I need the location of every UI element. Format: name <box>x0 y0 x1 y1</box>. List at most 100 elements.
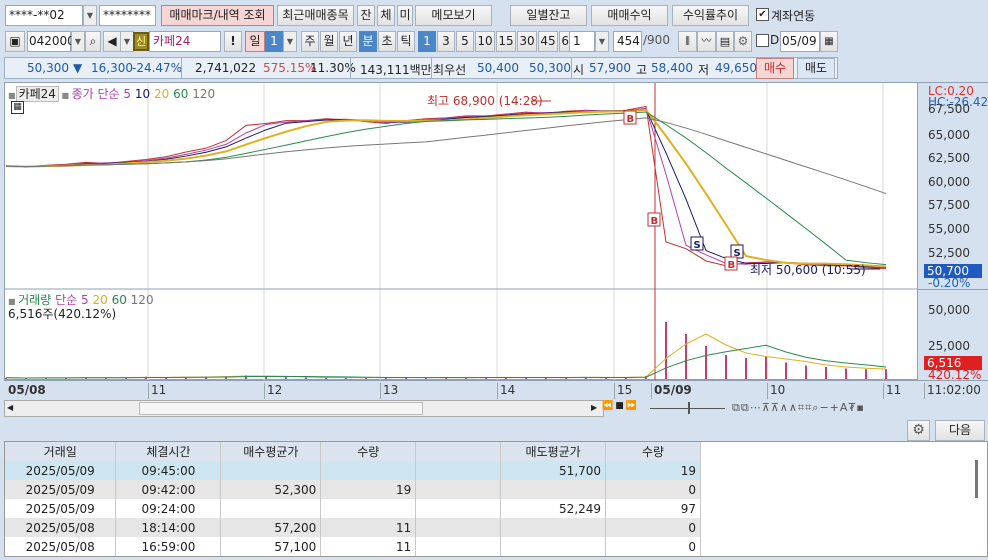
scroll-left-icon[interactable]: ◀ <box>7 403 13 412</box>
table-row[interactable]: 2025/05/09 09:45:00 51,700 19 <box>5 461 701 480</box>
speaker-icon[interactable]: ◀ <box>103 31 121 52</box>
period-day-button[interactable]: 일 <box>245 31 265 52</box>
layout-icon[interactable]: ▣ <box>5 31 25 52</box>
bars-total-label: /900 <box>643 33 670 47</box>
table-cell: 2025/05/08 <box>5 518 117 537</box>
table-cell: 18:14:00 <box>115 518 222 537</box>
table-cell: 09:45:00 <box>115 461 222 480</box>
add-candle-icon[interactable]: ⫼ <box>678 31 697 52</box>
mark-query-button[interactable]: 매매마크/내역 조회 <box>161 5 274 26</box>
last-volume-pct: 420.12% <box>928 368 982 380</box>
interval-3-button[interactable]: 3 <box>437 31 455 52</box>
unexecuted-button[interactable]: 미 <box>397 5 413 26</box>
playback-controls[interactable]: ⏪■⏩ <box>602 401 639 411</box>
table-row[interactable]: 2025/05/09 09:42:00 52,300 19 0 <box>5 480 701 499</box>
period-week-button[interactable]: 주 <box>301 31 319 52</box>
column-header[interactable]: 수량 <box>320 442 417 461</box>
next-button[interactable]: 다음 <box>935 420 985 441</box>
legend-title: 종가 단순 <box>71 87 120 101</box>
interval-5-button[interactable]: 5 <box>456 31 474 52</box>
drawing-tools[interactable]: ⧉⧉⋯⊼⊼∧∧⌗⌗⌕−+A₮▪ <box>732 401 865 415</box>
scroll-thumb[interactable] <box>139 402 423 415</box>
table-cell: 0 <box>605 537 701 556</box>
period-month-button[interactable]: 월 <box>320 31 338 52</box>
period-tick-button[interactable]: 틱 <box>397 31 415 52</box>
volume-bar <box>305 377 307 379</box>
trade-marker-label: B <box>728 260 736 271</box>
gear-icon[interactable]: ⚙ <box>734 31 752 52</box>
trade-marker-label: S <box>694 240 701 251</box>
settings-gear-icon[interactable]: ⚙ <box>907 420 930 441</box>
link-account-checkbox[interactable]: ✔ <box>756 8 769 21</box>
table-cell: 19 <box>320 480 417 499</box>
open-label: 시 <box>573 63 585 77</box>
stock-name-field[interactable]: 카페24 <box>149 31 221 52</box>
memo-button[interactable]: 메모보기 <box>415 5 492 26</box>
save-icon[interactable]: ▤ <box>716 31 734 52</box>
buy-button[interactable]: 매수 <box>756 58 794 79</box>
table-cell: 52,249 <box>500 499 607 518</box>
bars-count-input[interactable]: 454 <box>613 31 642 52</box>
interval-10-button[interactable]: 10 <box>475 31 495 52</box>
table-cell: 57,200 <box>220 518 322 537</box>
volume-bar <box>665 322 667 379</box>
stock-tag[interactable]: 카페24 <box>15 86 59 102</box>
executed-button[interactable]: 체 <box>377 5 395 26</box>
time-axis: 05/08 11 12 13 14 15 05/09 10 11 11:02:0… <box>4 380 988 399</box>
column-header[interactable]: 수량 <box>605 442 701 461</box>
table-cell <box>500 537 607 556</box>
date-input[interactable]: 05/09 <box>780 31 820 52</box>
column-header[interactable]: 체결시간 <box>115 442 222 461</box>
stock-code-input[interactable]: 042000 <box>27 31 75 52</box>
legend-ma20: 20 <box>153 87 170 101</box>
table-grid-icon[interactable]: ▦ <box>11 101 24 114</box>
interval-15-button[interactable]: 15 <box>496 31 516 52</box>
day-count-dropdown[interactable]: ▼ <box>283 31 297 52</box>
period-minute-button[interactable]: 분 <box>359 31 377 52</box>
column-header[interactable]: 매도평균가 <box>500 442 607 461</box>
account-dropdown-button[interactable]: ▼ <box>83 5 97 26</box>
calendar-icon[interactable]: ▦ <box>820 31 838 52</box>
day-count-field[interactable]: 1 <box>265 31 283 52</box>
sell-button[interactable]: 매도 <box>797 58 835 79</box>
table-cell: 2025/05/09 <box>5 499 117 518</box>
high-label: 고 <box>636 63 648 77</box>
chart-scrollbar[interactable]: ◀ ▶ <box>4 400 604 417</box>
scroll-right-icon[interactable]: ▶ <box>591 403 597 412</box>
column-header[interactable] <box>415 442 502 461</box>
password-input[interactable]: ******** <box>99 5 156 26</box>
daily-balance-button[interactable]: 일별잔고 <box>510 5 587 26</box>
ma-line <box>5 108 887 268</box>
warning-button[interactable]: ! <box>224 31 242 52</box>
speaker-dropdown-button[interactable]: ▼ <box>120 31 134 52</box>
low-annotation: 최저 50,600 (10:55) <box>750 263 866 277</box>
period-second-button[interactable]: 초 <box>378 31 396 52</box>
interval-45-button[interactable]: 45 <box>538 31 558 52</box>
table-scrollbar[interactable] <box>975 460 978 498</box>
table-row[interactable]: 2025/05/08 18:14:00 57,200 11 0 <box>5 518 701 537</box>
interval-1-button[interactable]: 1 <box>418 31 436 52</box>
table-row[interactable]: 2025/05/09 09:24:00 52,249 97 <box>5 499 701 518</box>
return-trend-button[interactable]: 수익률추이 <box>672 5 749 26</box>
add-indicator-icon[interactable]: 〰 <box>697 31 716 52</box>
period-year-button[interactable]: 년 <box>339 31 357 52</box>
balance-button[interactable]: 잔 <box>357 5 375 26</box>
column-header[interactable]: 거래일 <box>5 442 117 461</box>
trade-marker-label: B <box>627 114 635 125</box>
zoom-slider-handle[interactable] <box>688 402 690 414</box>
volume-bar <box>745 358 747 379</box>
multiplier-dropdown[interactable]: ▼ <box>595 31 609 52</box>
price-chart[interactable]: BBSSB ■ 카페24 ■ 종가 단순 5 10 20 60 120 ▦ 최고 … <box>4 82 919 381</box>
trade-profit-button[interactable]: 매매수익 <box>591 5 668 26</box>
quote-bar: 50,300 ▼ 16,300 -24.47% 2,741,022 575.15… <box>4 57 838 79</box>
account-select[interactable]: ****-**02 <box>5 5 83 26</box>
search-icon[interactable]: ⌕ <box>85 31 101 52</box>
table-row[interactable]: 2025/05/08 16:59:00 57,100 11 0 <box>5 537 701 556</box>
recent-trades-button[interactable]: 최근매매종목 <box>277 5 354 26</box>
date-checkbox[interactable] <box>756 34 769 47</box>
chart-canvas: BBSSB <box>5 83 919 381</box>
interval-30-button[interactable]: 30 <box>517 31 537 52</box>
code-dropdown-button[interactable]: ▼ <box>71 31 85 52</box>
column-header[interactable]: 매수평균가 <box>220 442 322 461</box>
multiplier-field[interactable]: 1 <box>569 31 595 52</box>
